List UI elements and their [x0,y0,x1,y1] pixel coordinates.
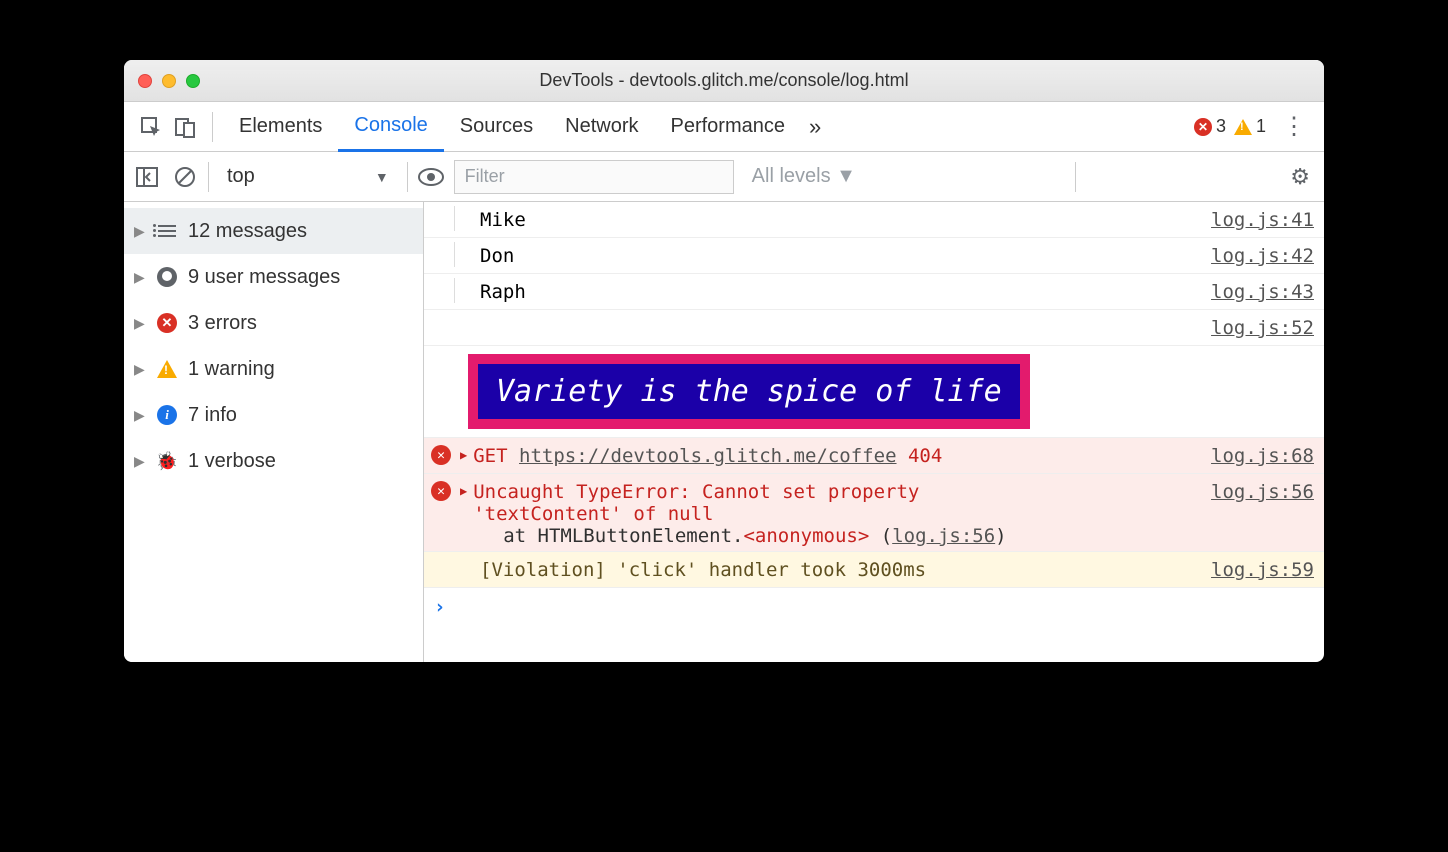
sidebar-item-errors[interactable]: ▶ ✕ 3 errors [124,300,423,346]
styled-log-row[interactable]: Variety is the spice of life [424,346,1324,438]
source-link[interactable]: log.js:52 [1211,314,1314,339]
expand-icon[interactable]: ▶ [458,442,473,462]
toggle-sidebar-icon[interactable] [132,167,162,187]
sidebar-item-label: 12 messages [188,220,307,243]
caret-icon: ▶ [134,453,146,470]
sidebar-item-warnings[interactable]: ▶ 1 warning [124,346,423,392]
console-sidebar: ▶ 12 messages ▶ 9 user messages ▶ ✕ 3 er… [124,202,424,662]
divider [208,162,209,192]
console-prompt[interactable]: › [424,588,1324,626]
live-expression-icon[interactable] [416,168,446,186]
sidebar-item-label: 1 warning [188,358,275,381]
caret-icon: ▶ [134,269,146,286]
warning-icon [1234,119,1252,135]
console-toolbar: top ▼ All levels ▼ ⚙ [124,152,1324,202]
error-row[interactable]: ✕ ▶ GET https://devtools.glitch.me/coffe… [424,438,1324,474]
log-message: Raph [454,278,1211,303]
context-label: top [227,165,255,188]
sidebar-item-label: 7 info [188,404,237,427]
devtools-window: DevTools - devtools.glitch.me/console/lo… [124,60,1324,662]
prompt-icon: › [434,596,445,618]
gear-icon[interactable]: ⚙ [1284,164,1316,190]
info-icon: i [156,405,178,425]
stack-source-link[interactable]: log.js:56 [892,525,995,547]
sidebar-item-info[interactable]: ▶ i 7 info [124,392,423,438]
log-row[interactable]: log.js:52 [424,310,1324,346]
caret-icon: ▶ [134,361,146,378]
list-icon [156,225,178,237]
log-levels-select[interactable]: All levels ▼ [742,165,866,188]
log-row[interactable]: Don log.js:42 [424,238,1324,274]
window-title: DevTools - devtools.glitch.me/console/lo… [124,70,1324,91]
log-row[interactable]: Raph log.js:43 [424,274,1324,310]
violation-row[interactable]: [Violation] 'click' handler took 3000ms … [424,552,1324,588]
error-count-badge[interactable]: ✕ 3 [1194,116,1226,137]
expand-icon[interactable]: ▶ [458,478,473,498]
console-output: Mike log.js:41 Don log.js:42 Raph log.js… [424,202,1324,662]
warning-count-badge[interactable]: 1 [1234,116,1266,137]
stack-frame: at HTMLButtonElement.<anonymous> (log.js… [473,525,1211,547]
error-icon: ✕ [156,313,178,333]
divider [407,162,408,192]
violation-message: [Violation] 'click' handler took 3000ms [424,556,1211,581]
more-tabs-icon[interactable]: » [801,114,829,140]
sidebar-item-user-messages[interactable]: ▶ 9 user messages [124,254,423,300]
error-count: 3 [1216,116,1226,137]
source-link[interactable]: log.js:41 [1211,206,1314,231]
source-link[interactable]: log.js:56 [1211,478,1314,503]
status-code: 404 [908,445,942,467]
log-message: Mike [454,206,1211,231]
error-icon: ✕ [1194,118,1212,136]
log-message: Don [454,242,1211,267]
source-link[interactable]: log.js:42 [1211,242,1314,267]
source-link[interactable]: log.js:59 [1211,556,1314,581]
source-link[interactable]: log.js:68 [1211,442,1314,467]
tab-network[interactable]: Network [549,102,654,152]
chevron-down-icon: ▼ [375,169,389,185]
source-link[interactable]: log.js:43 [1211,278,1314,303]
sidebar-item-label: 3 errors [188,312,257,335]
warning-count: 1 [1256,116,1266,137]
log-message [424,314,1211,317]
error-icon: ✕ [424,478,458,501]
log-row[interactable]: Mike log.js:41 [424,202,1324,238]
error-icon: ✕ [424,442,458,465]
user-icon [156,267,178,287]
context-select[interactable]: top ▼ [217,165,399,188]
kebab-menu-icon[interactable]: ⋮ [1274,112,1314,141]
filter-input[interactable] [454,160,734,194]
tab-sources[interactable]: Sources [444,102,549,152]
device-toolbar-icon[interactable] [168,110,202,144]
sidebar-item-verbose[interactable]: ▶ 🐞 1 verbose [124,438,423,484]
tab-elements[interactable]: Elements [223,102,338,152]
caret-icon: ▶ [134,315,146,332]
request-url[interactable]: https://devtools.glitch.me/coffee [519,445,897,467]
divider [1075,162,1076,192]
clear-console-icon[interactable] [170,166,200,188]
tab-console[interactable]: Console [338,102,443,152]
panel-tabstrip: Elements Console Sources Network Perform… [124,102,1324,152]
caret-icon: ▶ [134,223,146,240]
styled-log-message: Variety is the spice of life [468,354,1030,429]
error-message: Uncaught TypeError: Cannot set property … [473,478,1211,547]
error-message: GET https://devtools.glitch.me/coffee 40… [473,442,1211,467]
tab-performance[interactable]: Performance [655,102,802,152]
sidebar-item-messages[interactable]: ▶ 12 messages [124,208,423,254]
divider [212,112,213,142]
error-row[interactable]: ✕ ▶ Uncaught TypeError: Cannot set prope… [424,474,1324,552]
sidebar-item-label: 1 verbose [188,450,276,473]
bug-icon: 🐞 [156,451,178,472]
warning-icon [156,360,178,378]
console-body: ▶ 12 messages ▶ 9 user messages ▶ ✕ 3 er… [124,202,1324,662]
sidebar-item-label: 9 user messages [188,266,340,289]
titlebar: DevTools - devtools.glitch.me/console/lo… [124,60,1324,102]
caret-icon: ▶ [134,407,146,424]
inspect-element-icon[interactable] [134,110,168,144]
